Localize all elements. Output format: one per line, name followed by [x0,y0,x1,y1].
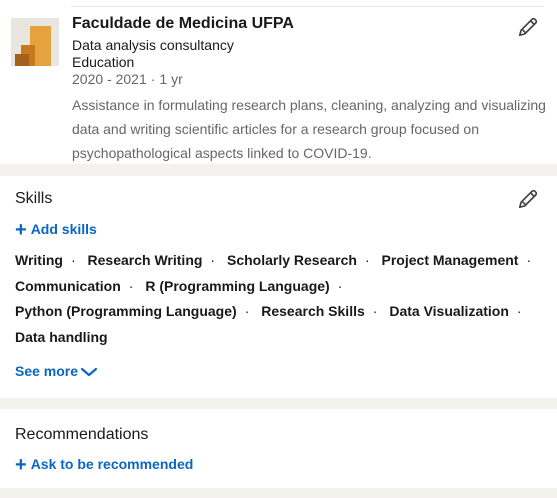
skill-separator: · [516,303,522,319]
skill-separator: · [210,252,216,268]
skill-separator: · [364,252,370,268]
organization-name[interactable]: Faculdade de Medicina UFPA [72,15,294,33]
experience-type: Education [72,54,135,70]
skills-title: Skills [15,190,53,207]
date-range: 2020 - 2021 [72,71,147,87]
duration: 1 yr [159,71,183,87]
skill-item[interactable]: Data Visualization [389,303,509,319]
skill-item[interactable]: Scholarly Research [227,252,357,268]
experience-dates: 2020 - 2021 · 1 yr [72,71,183,87]
skill-item[interactable]: Research Skills [261,303,365,319]
pencil-icon[interactable] [517,16,539,38]
experience-role: Data analysis consultancy [72,37,234,53]
skill-separator: · [244,303,250,319]
skill-item[interactable]: Writing [15,252,63,268]
skill-separator: · [70,252,76,268]
plus-icon: + [15,454,27,476]
skill-item[interactable]: R (Programming Language) [145,278,329,294]
skills-list: Writing · Research Writing · Scholarly Res… [15,248,545,350]
skill-item[interactable]: Communication [15,278,121,294]
add-skills-button[interactable]: + Add skills [15,219,97,242]
recommendations-title: Recommendations [15,426,149,443]
skill-item[interactable]: Research Writing [88,252,203,268]
ask-recommendation-button[interactable]: + Ask to be recommended [15,454,193,477]
recommendations-card: Recommendations + Ask to be recommended [0,409,557,488]
separator-dot: · [150,71,156,87]
see-more-label: See more [15,363,79,379]
add-skills-label: Add skills [30,221,97,237]
plus-icon: + [15,219,27,241]
see-more-button[interactable]: See more [15,363,98,379]
skill-item[interactable]: Python (Programming Language) [15,303,237,319]
skills-card: Skills + Add skills Writing · Research Wri… [0,176,557,398]
skill-separator: · [337,277,343,294]
skill-separator: · [372,303,378,319]
skill-separator: · [128,277,134,294]
experience-card: Faculdade de Medicina UFPA Data analysis… [0,0,557,164]
skill-item[interactable]: Data handling [15,329,108,345]
pencil-icon[interactable] [517,188,539,210]
experience-description: Assistance in formulating research plans… [72,97,546,161]
skill-item[interactable]: Project Management [382,252,519,268]
chevron-down-icon [78,363,98,379]
divider [71,6,544,7]
skill-separator: · [526,252,532,268]
ask-recommendation-label: Ask to be recommended [30,456,194,472]
organization-logo[interactable] [11,18,59,66]
